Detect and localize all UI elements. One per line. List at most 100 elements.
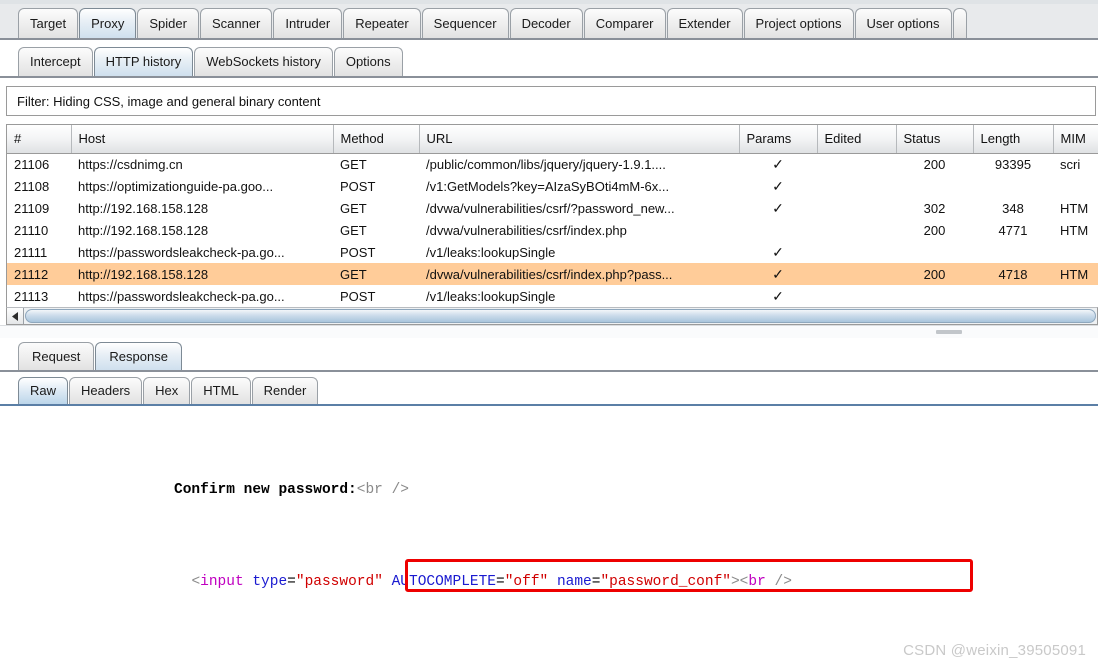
tab-websockets-history[interactable]: WebSockets history [194,47,333,76]
cell-url: /v1/leaks:lookupSingle [426,244,556,260]
cell-host: https://passwordsleakcheck-pa.go... [78,244,285,260]
tab-intruder[interactable]: Intruder [273,8,343,38]
cell-status [896,285,973,307]
tab-user-options[interactable]: User options [854,8,952,38]
tab-render[interactable]: Render [251,377,319,404]
cell-url: /v1:GetModels?key=AIzaSyBOti4mM-6x... [426,178,670,194]
cell-host: http://192.168.158.128 [71,263,333,285]
cell-number: 21110 [14,222,49,238]
tab-spider[interactable]: Spider [137,8,199,38]
cell-status: 200 [923,222,946,238]
cell-edited [817,153,896,175]
table-header-row: # Host Method URL Params Edited Status L… [7,125,1098,154]
cell-length [973,241,1053,263]
cell-status: 200 [896,263,973,285]
filter-bar[interactable]: Filter: Hiding CSS, image and general bi… [6,86,1096,116]
splitter-grip[interactable] [936,330,962,334]
tab-request[interactable]: Request [18,342,95,370]
tab-sequencer[interactable]: Sequencer [421,8,509,38]
cell-edited [817,197,896,219]
tab-proxy[interactable]: Proxy [79,8,137,38]
cell-method: GET [340,222,367,238]
column-header-length[interactable]: Length [973,125,1054,154]
cell-mime [1053,285,1098,307]
table-body: 21106 https://csdnimg.cn GET /public/com… [7,153,1098,307]
table-row[interactable]: 21113 https://passwordsleakcheck-pa.go..… [7,285,1098,307]
cell-mime [1053,241,1098,263]
table-row[interactable]: 21106 https://csdnimg.cn GET /public/com… [7,153,1098,175]
code-value-password-conf: "password_conf" [600,574,731,590]
code-tag-input: input [200,574,244,590]
tab-target[interactable]: Target [18,8,79,38]
proxy-tab-bar: Intercept HTTP history WebSockets histor… [0,40,1098,78]
code-line-input-password-conf: <input type="password" AUTOCOMPLETE="off… [191,574,792,590]
cell-number: 21113 [14,288,49,304]
tab-html[interactable]: HTML [191,377,251,404]
column-header-mime[interactable]: MIM [1053,125,1098,154]
panel-splitter[interactable] [0,325,1098,338]
triangle-left-icon [11,311,19,321]
tab-http-history[interactable]: HTTP history [93,47,194,76]
cell-method: GET [340,200,367,216]
column-header-url[interactable]: URL [419,125,740,154]
code-attr-autocomplete: AUTOCOMPLETE [391,574,497,590]
tab-intercept[interactable]: Intercept [18,47,93,76]
table-horizontal-scrollbar[interactable] [6,307,1098,325]
watermark-text: CSDN @weixin_39505091 [903,642,1086,659]
cell-method: GET [340,156,367,172]
cell-params: ✓ [772,244,784,260]
tab-comparer[interactable]: Comparer [583,8,666,38]
tab-headers[interactable]: Headers [69,377,143,404]
table-row[interactable]: 21109 http://192.168.158.128 GET /dvwa/v… [7,197,1098,219]
cell-host: https://csdnimg.cn [78,156,183,172]
cell-status: 200 [923,156,946,172]
view-tab-bar: Raw Headers Hex HTML Render [0,372,1098,406]
cell-mime: HTM [1053,263,1098,285]
tab-decoder[interactable]: Decoder [509,8,583,38]
cell-host: https://optimizationguide-pa.goo... [78,178,274,194]
cell-mime [1053,175,1098,197]
tab-repeater[interactable]: Repeater [343,8,421,38]
table-row[interactable]: 21111 https://passwordsleakcheck-pa.go..… [7,241,1098,263]
code-attr-name: name [556,574,592,590]
table-row-selected[interactable]: 21112 http://192.168.158.128 GET /dvwa/v… [7,263,1098,285]
cell-params: ✓ [739,263,817,285]
tab-options[interactable]: Options [333,47,403,76]
tab-response[interactable]: Response [95,342,182,370]
tab-raw[interactable]: Raw [18,377,69,404]
column-header-edited[interactable]: Edited [817,125,897,154]
column-header-host[interactable]: Host [71,125,334,154]
tab-extender[interactable]: Extender [666,8,743,38]
table-row[interactable]: 21108 https://optimizationguide-pa.goo..… [7,175,1098,197]
cell-method: POST [340,244,376,260]
http-history-table: # Host Method URL Params Edited Status L… [6,124,1098,307]
column-header-method[interactable]: Method [333,125,420,154]
cell-number: 21106 [14,156,50,172]
scroll-left-button[interactable] [7,308,24,324]
cell-url: /dvwa/vulnerabilities/csrf/index.php?pas… [419,263,739,285]
cell-url: /dvwa/vulnerabilities/csrf/?password_new… [426,200,675,216]
tab-hex[interactable]: Hex [143,377,191,404]
tab-project-options[interactable]: Project options [743,8,854,38]
cell-params: ✓ [772,200,784,216]
cell-host: http://192.168.158.128 [78,222,209,238]
cell-number: 21112 [7,263,71,285]
tab-scanner[interactable]: Scanner [199,8,273,38]
column-header-status[interactable]: Status [896,125,974,154]
cell-status [896,175,973,197]
scroll-thumb[interactable] [25,309,1096,323]
cell-params [739,219,817,241]
tab-overflow-partial[interactable] [952,8,967,38]
response-body-viewer[interactable]: Confirm new password:<br /> <input type=… [0,406,1098,606]
cell-edited [817,241,896,263]
cell-length: 4718 [973,263,1053,285]
cell-mime: HTM [1060,222,1089,238]
column-header-number[interactable]: # [7,125,72,154]
cell-host: http://192.168.158.128 [78,200,209,216]
code-value-off: "off" [504,574,549,590]
code-text-confirm-label: Confirm new password: [174,482,357,498]
cell-url: /v1/leaks:lookupSingle [426,288,556,304]
table-row[interactable]: 21110 http://192.168.158.128 GET /dvwa/v… [7,219,1098,241]
column-header-params[interactable]: Params [739,125,818,154]
cell-params: ✓ [772,178,784,194]
